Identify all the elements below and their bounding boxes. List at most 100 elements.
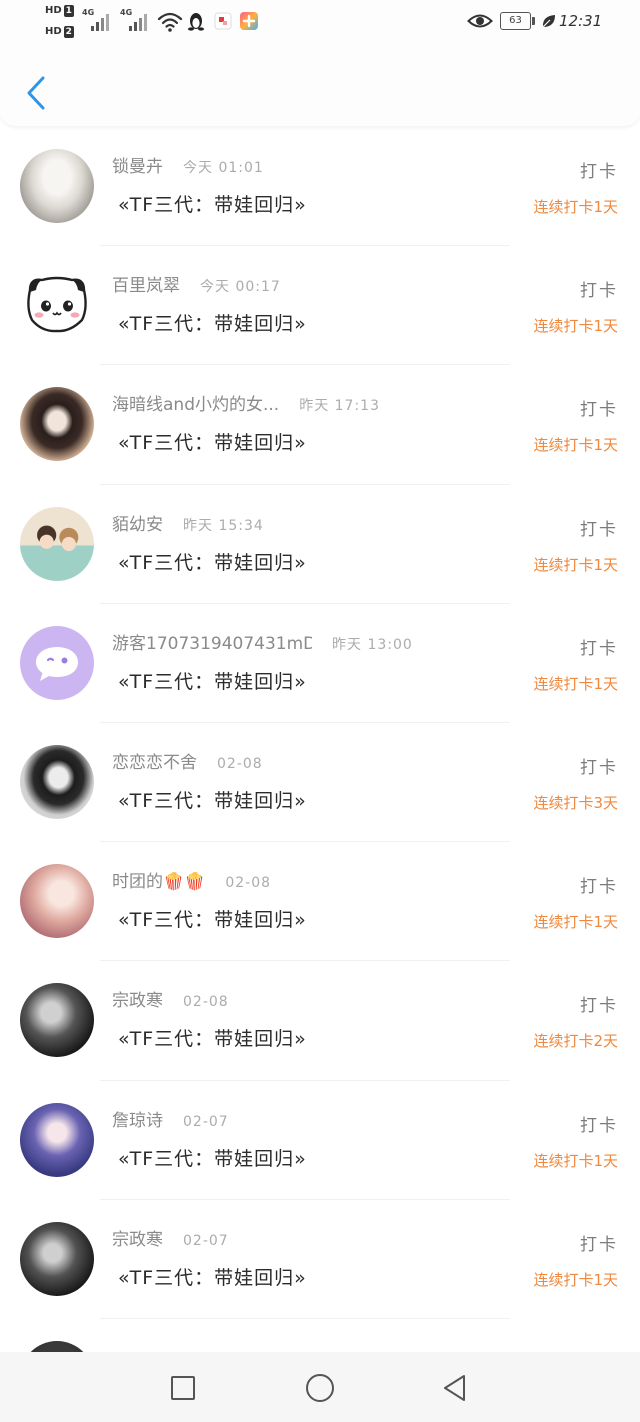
- checkin-row[interactable]: 貊幼安 昨天 15:34 «TF三代：带娃回归» 打卡 连续打卡1天: [0, 485, 640, 604]
- chevron-left-icon: [27, 76, 45, 110]
- avatar[interactable]: [20, 983, 94, 1058]
- avatar[interactable]: [20, 1221, 94, 1296]
- eye-icon: [467, 14, 493, 28]
- battery-icon: 63: [500, 12, 531, 30]
- checkin-time: 昨天 15:34: [183, 517, 264, 534]
- checkin-title: «TF三代：带娃回归»: [118, 1028, 307, 1051]
- triangle-back-icon: [444, 1375, 465, 1401]
- qq-icon: [188, 13, 204, 31]
- leaf-icon: [542, 15, 555, 28]
- checkin-time: 02-07: [183, 1113, 229, 1130]
- streak-label: 连续打卡3天: [533, 793, 618, 812]
- checkin-time: 02-08: [183, 994, 229, 1011]
- checkin-row[interactable]: 游客1707319407431mD... 昨天 13:00 «TF三代：带娃回归…: [0, 604, 640, 723]
- name-line: 恋恋恋不舍 02-08: [112, 753, 263, 775]
- app-screen: HD 1 HD 2 4G 4G 63 12:31 锁曼卉 今天 01:01 «T…: [0, 0, 640, 1422]
- name-line: 詹琼诗 02-07: [112, 1111, 229, 1133]
- checkin-time: 昨天 13:00: [332, 636, 413, 653]
- streak-label: 连续打卡1天: [533, 555, 618, 574]
- checkin-row[interactable]: 詹琼诗 02-07 «TF三代：带娃回归» 打卡 连续打卡1天: [0, 1081, 640, 1200]
- user-name: 时团的🍿🍿: [112, 872, 206, 893]
- checkin-row[interactable]: 恋恋恋不舍 02-08 «TF三代：带娃回归» 打卡 连续打卡3天: [0, 723, 640, 843]
- sim2-indicator: HD 2: [45, 25, 74, 38]
- user-name: 宗政寒: [112, 1229, 163, 1250]
- signal-icon: 4G: [120, 8, 150, 32]
- name-line: 宗政寒 02-08: [112, 991, 229, 1013]
- avatar[interactable]: [20, 387, 94, 462]
- sim1-indicator: HD 1: [45, 4, 74, 17]
- avatar[interactable]: [20, 625, 94, 700]
- checkin-time: 今天 00:17: [200, 279, 281, 296]
- recent-apps-button[interactable]: [163, 1368, 203, 1408]
- user-name: 游客1707319407431mD...: [112, 633, 312, 654]
- status-time: 12:31: [559, 12, 603, 30]
- name-line: 时团的🍿🍿 02-08: [112, 872, 271, 894]
- avatar[interactable]: [20, 149, 94, 223]
- name-line: 锁曼卉 今天 01:01: [112, 157, 264, 179]
- app-icon: [240, 12, 258, 30]
- checkin-row[interactable]: 宗政寒 02-07 «TF三代：带娃回归» 打卡 连续打卡1天: [0, 1200, 640, 1319]
- avatar[interactable]: [20, 1102, 94, 1177]
- checkin-row[interactable]: 锁曼卉 今天 01:01 «TF三代：带娃回归» 打卡 连续打卡1天: [0, 127, 640, 247]
- back-nav-button[interactable]: [435, 1368, 475, 1408]
- checkin-time: 02-08: [225, 875, 272, 892]
- user-name: 貊幼安: [112, 514, 163, 535]
- checkin-title: «TF三代：带娃回归»: [118, 789, 307, 812]
- status-bar: HD 1 HD 2 4G 4G 63 12:31: [0, 0, 640, 46]
- streak-label: 连续打卡1天: [533, 1270, 618, 1289]
- square-icon: [171, 1376, 195, 1400]
- system-nav-bar: [0, 1352, 640, 1422]
- avatar[interactable]: [20, 1340, 94, 1352]
- name-line: 海暗线and小灼的女... 昨天 17:13: [112, 395, 380, 417]
- checkin-label: 打卡: [580, 1234, 618, 1255]
- checkin-label: 打卡: [580, 757, 618, 778]
- sim-number: 2: [63, 25, 74, 38]
- user-name: 锁曼卉: [112, 157, 163, 177]
- checkin-label: 打卡: [580, 1115, 618, 1136]
- checkin-title: «TF三代：带娃回归»: [118, 909, 307, 932]
- name-line: 貊幼安 昨天 15:34: [112, 515, 264, 537]
- checkin-label: 打卡: [580, 162, 618, 182]
- name-line: 宗政寒 02-07: [112, 1230, 229, 1252]
- signal-icon: 4G: [82, 8, 112, 32]
- checkin-row[interactable]: 宗政寒 02-08 «TF三代：带娃回归» 打卡 连续打卡2天: [0, 961, 640, 1081]
- checkin-time: 02-07: [183, 1232, 229, 1249]
- checkin-row[interactable]: 海暗线and小灼的女... 昨天 17:13 «TF三代：带娃回归» 打卡 连续…: [0, 365, 640, 485]
- checkin-label: 打卡: [580, 996, 618, 1017]
- sim-number: 1: [63, 4, 74, 17]
- user-name: 詹琼诗: [112, 1110, 163, 1131]
- checkin-label: 打卡: [580, 519, 618, 540]
- header: [0, 46, 640, 126]
- avatar[interactable]: [20, 506, 94, 581]
- chat-bubble-icon: [36, 646, 78, 681]
- checkin-title: «TF三代：带娃回归»: [118, 313, 307, 336]
- checkin-row[interactable]: 百里岚翠 今天 00:17 «TF三代：带娃回归» 打卡 连续打卡1天: [0, 246, 640, 366]
- streak-label: 连续打卡2天: [533, 1032, 618, 1051]
- checkin-title: «TF三代：带娃回归»: [118, 1266, 307, 1289]
- streak-label: 连续打卡1天: [533, 913, 618, 932]
- checkin-title: «TF三代：带娃回归»: [118, 551, 307, 574]
- battery-level: 63: [509, 15, 522, 26]
- checkin-row[interactable]: [0, 1319, 640, 1352]
- checkin-row[interactable]: 时团的🍿🍿 02-08 «TF三代：带娃回归» 打卡 连续打卡1天: [0, 842, 640, 962]
- checkin-label: 打卡: [580, 281, 618, 302]
- home-button[interactable]: [300, 1368, 340, 1408]
- wifi-icon: [157, 12, 183, 32]
- streak-label: 连续打卡1天: [533, 436, 618, 455]
- hd-label: HD: [45, 5, 62, 16]
- user-name: 海暗线and小灼的女...: [112, 395, 280, 416]
- name-line: 百里岚翠 今天 00:17: [112, 276, 281, 298]
- top-bar: HD 1 HD 2 4G 4G 63 12:31: [0, 0, 640, 126]
- back-button[interactable]: [20, 72, 52, 114]
- checkin-title: «TF三代：带娃回归»: [118, 670, 307, 693]
- checkin-list[interactable]: 锁曼卉 今天 01:01 «TF三代：带娃回归» 打卡 连续打卡1天 百里岚翠 …: [0, 127, 640, 1352]
- hd-label: HD: [45, 26, 62, 37]
- cartoon-face-icon: [27, 276, 87, 333]
- avatar[interactable]: [20, 864, 94, 939]
- streak-label: 连续打卡1天: [533, 317, 618, 336]
- checkin-title: «TF三代：带娃回归»: [118, 194, 307, 216]
- avatar[interactable]: [20, 268, 94, 343]
- avatar[interactable]: [20, 744, 94, 819]
- streak-label: 连续打卡1天: [533, 674, 618, 693]
- user-name: 宗政寒: [112, 991, 163, 1012]
